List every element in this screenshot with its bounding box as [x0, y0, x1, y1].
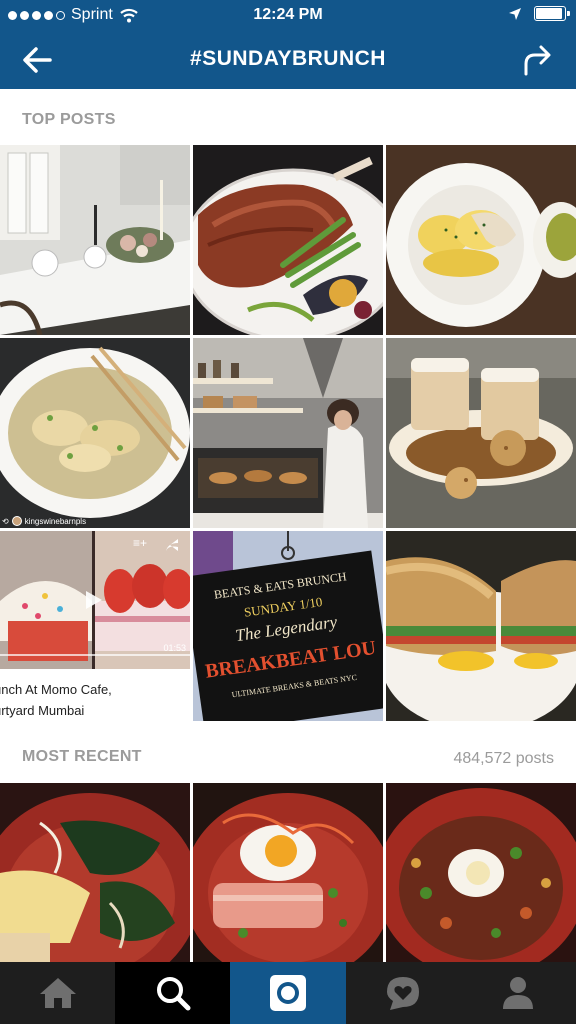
bottom-tab-bar [0, 962, 576, 1024]
search-icon [156, 977, 191, 1011]
post-thumbnail-chai-cookies[interactable] [386, 338, 576, 528]
svg-text:≡+: ≡+ [133, 536, 147, 550]
tab-camera[interactable] [230, 962, 346, 1024]
status-bar: Sprint 12:24 PM [0, 0, 576, 30]
tab-home[interactable] [0, 962, 115, 1024]
camera-icon [269, 975, 306, 1011]
location-arrow-icon [509, 7, 521, 20]
tab-activity[interactable] [346, 962, 461, 1024]
nav-bar: #SUNDAYBRUNCH [0, 30, 576, 89]
repost-attribution: ⟲ kingswinebarnpls [2, 516, 87, 526]
post-thumbnail-eggs-benedict[interactable] [386, 145, 576, 335]
top-bar: Sprint 12:24 PM #SUNDAYBRUNCH [0, 0, 576, 89]
post-caption: unch At Momo Cafe, urtyard Mumbai [0, 669, 190, 721]
post-thumbnail-table-setting[interactable] [0, 145, 190, 335]
post-thumbnail-bakery-counter[interactable] [193, 338, 383, 528]
battery-fill [536, 8, 562, 19]
repost-avatar [11, 516, 22, 526]
post-thumbnail-cake-video[interactable]: 01:53 ≡+ [0, 531, 190, 669]
status-time: 12:24 PM [253, 6, 323, 23]
post-thumbnail-chalkboard-sign[interactable]: BEATS & EATS BRUNCH SUNDAY 1/10 The Lege… [193, 531, 383, 721]
repost-username: kingswinebarnpls [24, 516, 87, 526]
post-thumbnail-roast-duck[interactable] [193, 145, 383, 335]
top-posts-label: TOP POSTS [22, 111, 116, 128]
page-title: #SUNDAYBRUNCH [190, 47, 386, 70]
tab-search[interactable] [115, 962, 231, 1024]
home-icon [39, 978, 76, 1008]
share-arrow-icon[interactable] [520, 42, 554, 78]
post-thumbnail-wonton-soup[interactable]: ⟲ kingswinebarnpls [0, 338, 190, 528]
battery-icon [534, 6, 570, 21]
video-duration: 01:53 [163, 643, 186, 653]
post-thumbnail-sandwich[interactable] [386, 531, 576, 721]
tab-profile[interactable] [461, 962, 576, 1024]
activity-icon [387, 977, 420, 1010]
profile-icon [503, 977, 534, 1009]
post-count: 484,572 posts [453, 750, 554, 767]
caption-line-1: unch At Momo Cafe, [0, 682, 112, 697]
recent-thumbnail-2[interactable] [193, 783, 383, 962]
recent-thumbnail-1[interactable] [0, 783, 190, 962]
recent-thumbnail-3[interactable] [386, 783, 576, 962]
most-recent-label: MOST RECENT [22, 748, 142, 765]
caption-line-2: urtyard Mumbai [0, 703, 85, 718]
